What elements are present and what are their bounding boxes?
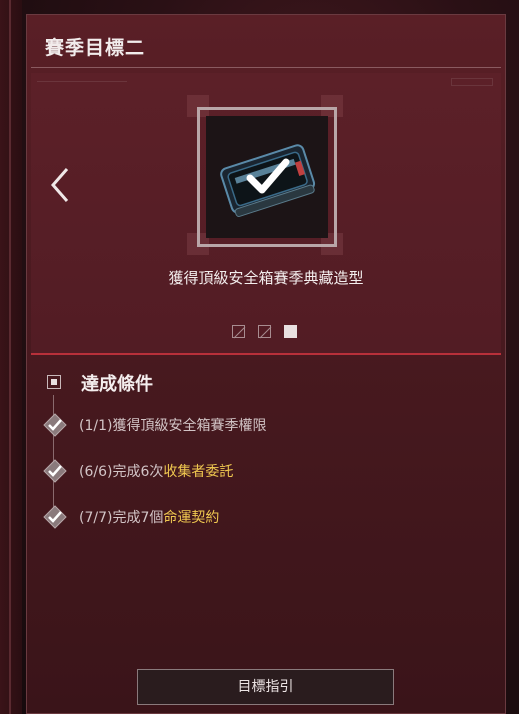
section-bullet-icon — [47, 375, 61, 389]
condition-row: (1/1)獲得頂級安全箱賽季權限 — [43, 413, 483, 437]
diamond-check-icon — [43, 505, 67, 529]
faint-ui-deco — [37, 81, 127, 88]
condition-progress: (6/6) — [79, 464, 113, 480]
pager-dot[interactable] — [232, 325, 246, 339]
conditions-title: 達成條件 — [81, 374, 153, 395]
rail-divider — [9, 0, 11, 714]
title-divider — [31, 67, 501, 68]
reward-item-slot — [206, 116, 328, 238]
conditions-section: 達成條件 (1/1)獲得頂級安全箱賽季權限 (6/6)完成6次收集者委託 (7/… — [31, 355, 501, 575]
faint-ui-deco-right — [451, 78, 493, 86]
pager-dot[interactable] — [258, 325, 272, 339]
goal-guide-button[interactable]: 目標指引 — [137, 669, 394, 705]
reward-showcase: 獲得頂級安全箱賽季典藏造型 — [31, 73, 501, 355]
checkmark-icon — [246, 158, 290, 194]
condition-label: 完成7個 — [112, 510, 164, 526]
panel-title: 賽季目標二 — [45, 37, 146, 59]
condition-progress: (7/7) — [79, 510, 113, 526]
condition-progress: (1/1) — [79, 418, 113, 434]
diamond-check-icon — [43, 413, 67, 437]
diamond-check-icon — [43, 459, 67, 483]
condition-row: (6/6)完成6次收集者委託 — [43, 459, 483, 483]
condition-text: (1/1)獲得頂級安全箱賽季權限 — [79, 415, 266, 435]
condition-label: 獲得頂級安全箱賽季權限 — [112, 418, 267, 434]
reward-item-frame[interactable] — [197, 107, 337, 247]
left-rail — [0, 0, 22, 714]
chevron-left-icon[interactable] — [45, 163, 75, 207]
condition-label: 完成6次 — [112, 464, 164, 480]
condition-row: (7/7)完成7個命運契約 — [43, 505, 483, 529]
season-goal-panel: 賽季目標二 獲得頂級安全箱賽季典藏造型 達成條件 (1/1)獲得頂級安全箱賽季權… — [26, 14, 506, 714]
condition-highlight-link[interactable]: 收集者委託 — [163, 464, 233, 480]
condition-text: (7/7)完成7個命運契約 — [79, 507, 219, 527]
showcase-pager — [232, 325, 302, 341]
reward-item-name: 獲得頂級安全箱賽季典藏造型 — [168, 269, 364, 287]
condition-text: (6/6)完成6次收集者委託 — [79, 461, 233, 481]
condition-highlight-link[interactable]: 命運契約 — [163, 510, 219, 526]
pager-dot-active[interactable] — [284, 325, 297, 338]
